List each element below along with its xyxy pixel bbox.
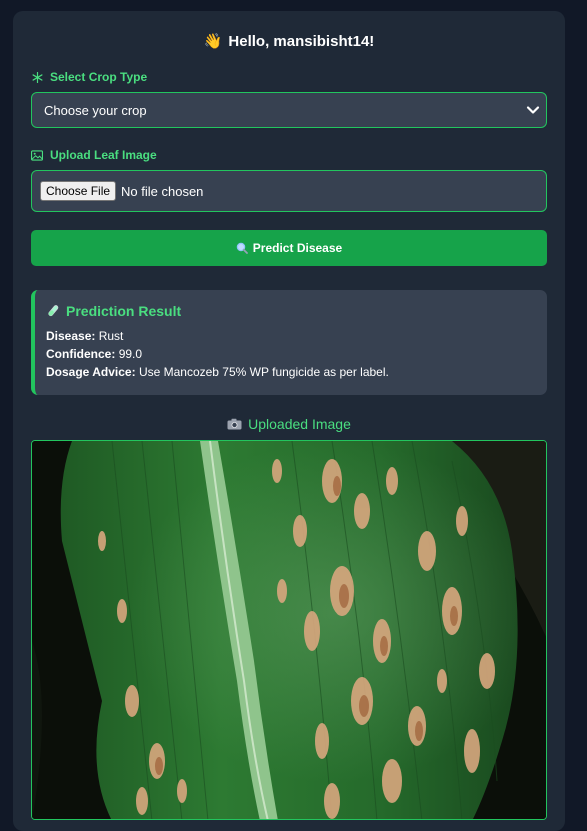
- crop-type-label-text: Select Crop Type: [50, 70, 148, 84]
- disease-label: Disease:: [46, 329, 96, 343]
- dosage-value: Use Mancozeb 75% WP fungicide as per lab…: [138, 365, 389, 379]
- prediction-result-box: Prediction Result Disease: Rust Confiden…: [31, 290, 547, 395]
- result-dosage-row: Dosage Advice: Use Mancozeb 75% WP fungi…: [46, 363, 547, 381]
- camera-icon: [227, 418, 242, 430]
- result-title: Prediction Result: [46, 303, 547, 319]
- result-disease-row: Disease: Rust: [46, 327, 547, 345]
- file-input[interactable]: Choose File No file chosen: [31, 170, 547, 212]
- dosage-label: Dosage Advice:: [46, 365, 136, 379]
- uploaded-leaf-image: [31, 440, 547, 820]
- result-title-text: Prediction Result: [66, 303, 182, 319]
- chevron-down-icon: [526, 103, 540, 120]
- test-tube-icon: [46, 304, 60, 318]
- snowflake-icon: [31, 71, 43, 83]
- crop-type-label: Select Crop Type: [31, 70, 147, 84]
- confidence-value: 99.0: [118, 347, 143, 361]
- magnifier-icon: [236, 242, 248, 254]
- disease-value: Rust: [98, 329, 124, 343]
- uploaded-image-title: Uploaded Image: [13, 416, 565, 432]
- result-confidence-row: Confidence: 99.0: [46, 345, 547, 363]
- crop-select[interactable]: Choose your crop: [31, 92, 547, 128]
- file-status: No file chosen: [121, 183, 204, 199]
- crop-select-value: Choose your crop: [44, 102, 147, 118]
- upload-label-text: Upload Leaf Image: [50, 148, 157, 162]
- greeting-text: Hello, mansibisht14!: [228, 33, 375, 50]
- waving-hand-icon: 👋: [203, 33, 223, 50]
- uploaded-image-title-text: Uploaded Image: [248, 416, 351, 432]
- greeting: 👋 Hello, mansibisht14!: [13, 32, 565, 50]
- choose-file-button[interactable]: Choose File: [40, 181, 117, 201]
- predict-disease-button[interactable]: Predict Disease: [31, 230, 547, 266]
- image-icon: [31, 149, 43, 161]
- predict-button-label: Predict Disease: [252, 241, 343, 255]
- leaf-photo: [32, 441, 546, 819]
- confidence-label: Confidence:: [46, 347, 116, 361]
- main-card: 👋 Hello, mansibisht14! Select Crop Type C…: [13, 11, 565, 831]
- upload-label: Upload Leaf Image: [31, 148, 157, 162]
